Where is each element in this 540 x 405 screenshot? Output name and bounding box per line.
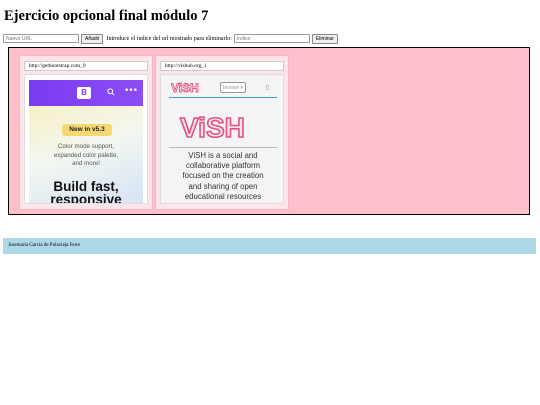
hero-headline: Build fast, responsive — [29, 180, 143, 204]
preview-hero: New in v5.3 Color mode support, expanded… — [29, 106, 143, 204]
site-preview-frame[interactable]: ViSH browse ▾ ▯ ViSH ViSH is a social an… — [160, 74, 284, 204]
vish-description-line: collaborative platform — [185, 161, 261, 171]
new-url-input[interactable] — [3, 34, 79, 43]
vish-description-line: and sharing of open — [188, 181, 258, 191]
index-input[interactable] — [233, 34, 310, 43]
hero-description: Color mode support, expanded color palet… — [29, 143, 143, 169]
hero-description-line: and more! — [72, 160, 100, 167]
page-title: Ejercicio opcional final módulo 7 — [4, 8, 209, 24]
more-icon: ••• — [124, 86, 138, 96]
hero-description-line: Color mode support, — [57, 143, 115, 150]
url-card: http://getbootstrap.com_0 B ••• New in v… — [19, 55, 153, 210]
url-controls: Añadir Introduce el índice del url mostr… — [3, 33, 340, 44]
url-card: http://vishub.org_1 ViSH browse ▾ ▯ ViSH… — [155, 55, 289, 210]
vish-description-line: ViSH is a social and — [188, 151, 258, 160]
version-badge: New in v5.3 — [62, 124, 112, 136]
chevron-down-icon: ▾ — [239, 85, 244, 91]
preview-navbar: B ••• — [29, 80, 143, 106]
vish-description-line: focused on the creation — [182, 171, 264, 181]
search-icon — [107, 88, 115, 96]
delete-button[interactable]: Eliminar — [311, 33, 338, 44]
browse-button[interactable]: browse ▾ — [220, 82, 246, 93]
card-url-label: http://vishub.org_1 — [160, 61, 284, 71]
site-preview-frame[interactable]: B ••• New in v5.3 Color mode support, ex… — [24, 74, 148, 204]
card-url-label: http://getbootstrap.com_0 — [24, 61, 148, 71]
vish-description: ViSH is a social and collaborative platf… — [167, 151, 279, 202]
index-prompt-label: Introduce el índice del url mostrado par… — [106, 35, 232, 42]
menu-icon[interactable]: ▯ — [266, 84, 269, 91]
header-divider — [169, 97, 277, 98]
hero-headline-line: responsive — [50, 192, 122, 204]
vish-logo: ViSH — [179, 111, 245, 143]
vish-logo: ViSH — [171, 81, 199, 94]
page-footer: Josemaría García de Polavieja Ferre — [3, 238, 536, 254]
content-divider — [169, 147, 277, 148]
hero-description-line: expanded color palette, — [53, 151, 119, 159]
bootstrap-logo: B — [77, 87, 91, 99]
svg-text:ViSH: ViSH — [171, 81, 199, 94]
add-button[interactable]: Añadir — [81, 33, 104, 44]
author-credit: Josemaría García de Polavieja Ferre — [8, 243, 81, 248]
preview-page: ViSH browse ▾ ▯ ViSH ViSH is a social an… — [161, 75, 283, 203]
svg-text:ViSH: ViSH — [180, 112, 245, 143]
browse-label: browse — [222, 85, 240, 91]
vish-description-line: educational resources — [184, 191, 262, 201]
url-gallery: http://getbootstrap.com_0 B ••• New in v… — [8, 47, 530, 215]
